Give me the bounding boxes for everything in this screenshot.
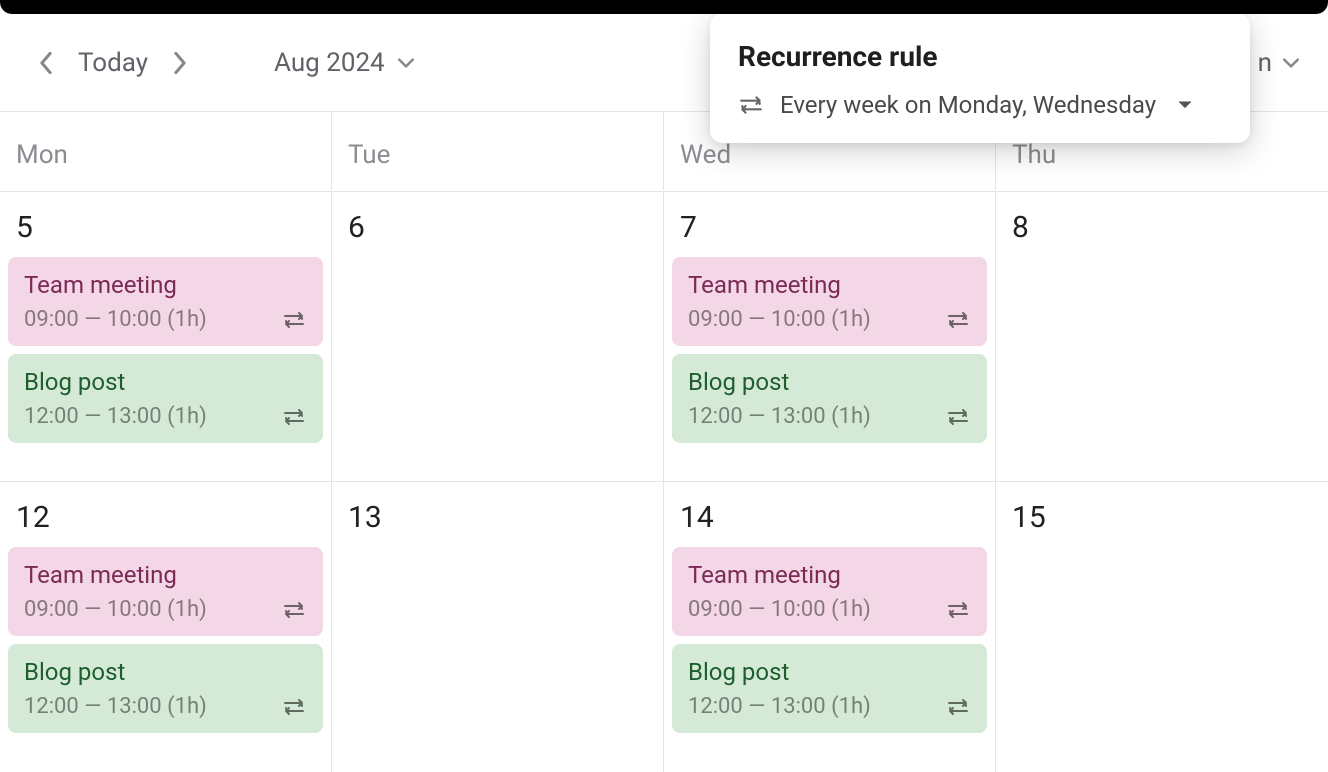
recurrence-rule-selector[interactable]: Every week on Monday, Wednesday xyxy=(738,91,1222,119)
day-cell[interactable]: 12 Team meeting 09:00 — 10:00 (1h) Blog po… xyxy=(0,481,332,772)
date-number: 6 xyxy=(332,192,663,257)
prev-button[interactable] xyxy=(28,45,64,81)
event-time: 09:00 — 10:00 (1h) xyxy=(24,597,307,622)
event-time: 09:00 — 10:00 (1h) xyxy=(688,307,971,332)
repeat-icon xyxy=(945,600,971,620)
view-picker-button[interactable]: n xyxy=(1258,48,1300,78)
day-cell[interactable]: 15 xyxy=(996,481,1328,772)
calendar-event[interactable]: Blog post 12:00 — 13:00 (1h) xyxy=(8,354,323,443)
date-number: 15 xyxy=(996,482,1328,547)
caret-down-icon xyxy=(1178,100,1192,110)
date-number: 12 xyxy=(0,482,331,547)
popover-title: Recurrence rule xyxy=(738,40,1222,73)
chevron-down-icon xyxy=(397,57,415,69)
event-time: 12:00 — 13:00 (1h) xyxy=(24,694,307,719)
event-title: Blog post xyxy=(24,368,307,396)
day-header: Mon xyxy=(0,112,332,190)
repeat-icon xyxy=(945,697,971,717)
event-time: 12:00 — 13:00 (1h) xyxy=(688,694,971,719)
calendar-event[interactable]: Team meeting 09:00 — 10:00 (1h) xyxy=(8,547,323,636)
chevron-down-icon xyxy=(1282,57,1300,69)
day-cell[interactable]: 7 Team meeting 09:00 — 10:00 (1h) Blog pos… xyxy=(664,191,996,482)
event-title: Team meeting xyxy=(24,561,307,589)
calendar-event[interactable]: Blog post 12:00 — 13:00 (1h) xyxy=(672,354,987,443)
event-recur-indicator xyxy=(281,600,307,620)
event-recur-indicator xyxy=(281,697,307,717)
day-header: Tue xyxy=(332,112,664,190)
day-cell[interactable]: 5 Team meeting 09:00 — 10:00 (1h) Blog pos… xyxy=(0,191,332,482)
next-button[interactable] xyxy=(162,45,198,81)
event-recur-indicator xyxy=(281,407,307,427)
chevron-left-icon xyxy=(39,52,53,74)
repeat-icon xyxy=(281,310,307,330)
view-label-partial: n xyxy=(1258,48,1272,78)
day-cell[interactable]: 13 xyxy=(332,481,664,772)
event-title: Team meeting xyxy=(24,271,307,299)
repeat-icon xyxy=(281,600,307,620)
repeat-icon xyxy=(945,310,971,330)
window-top-bar xyxy=(0,0,1328,14)
event-recur-indicator xyxy=(281,310,307,330)
day-cell[interactable]: 8 xyxy=(996,191,1328,482)
event-title: Blog post xyxy=(688,368,971,396)
date-number: 7 xyxy=(664,192,995,257)
calendar-event[interactable]: Blog post 12:00 — 13:00 (1h) xyxy=(672,644,987,733)
date-number: 8 xyxy=(996,192,1328,257)
event-recur-indicator xyxy=(945,310,971,330)
month-label: Aug 2024 xyxy=(274,48,385,78)
today-button[interactable]: Today xyxy=(64,48,162,78)
recurrence-popover: Recurrence rule Every week on Monday, We… xyxy=(710,14,1250,143)
calendar-event[interactable]: Team meeting 09:00 — 10:00 (1h) xyxy=(8,257,323,346)
event-time: 09:00 — 10:00 (1h) xyxy=(688,597,971,622)
repeat-icon xyxy=(281,407,307,427)
month-picker-button[interactable]: Aug 2024 xyxy=(262,48,427,78)
calendar-grid: Mon Tue Wed Thu 5 Team meeting09:00 — 10… xyxy=(0,112,1328,772)
event-time: 09:00 — 10:00 (1h) xyxy=(24,307,307,332)
day-cell[interactable]: 6 xyxy=(332,191,664,482)
repeat-icon xyxy=(738,94,764,116)
calendar-event[interactable]: Team meeting 09:00 — 10:00 (1h) xyxy=(672,257,987,346)
event-title: Blog post xyxy=(688,658,971,686)
event-time: 12:00 — 13:00 (1h) xyxy=(688,404,971,429)
day-cell[interactable]: 14 Team meeting 09:00 — 10:00 (1h) Blog po… xyxy=(664,481,996,772)
repeat-icon xyxy=(281,697,307,717)
repeat-icon xyxy=(945,407,971,427)
date-number: 5 xyxy=(0,192,331,257)
event-time: 12:00 — 13:00 (1h) xyxy=(24,404,307,429)
event-recur-indicator xyxy=(945,600,971,620)
event-recur-indicator xyxy=(945,697,971,717)
date-number: 14 xyxy=(664,482,995,547)
event-title: Team meeting xyxy=(688,271,971,299)
recurrence-rule-text: Every week on Monday, Wednesday xyxy=(780,91,1156,119)
event-title: Blog post xyxy=(24,658,307,686)
event-recur-indicator xyxy=(945,407,971,427)
calendar-event[interactable]: Team meeting 09:00 — 10:00 (1h) xyxy=(672,547,987,636)
chevron-right-icon xyxy=(173,52,187,74)
event-title: Team meeting xyxy=(688,561,971,589)
date-number: 13 xyxy=(332,482,663,547)
calendar-event[interactable]: Blog post 12:00 — 13:00 (1h) xyxy=(8,644,323,733)
